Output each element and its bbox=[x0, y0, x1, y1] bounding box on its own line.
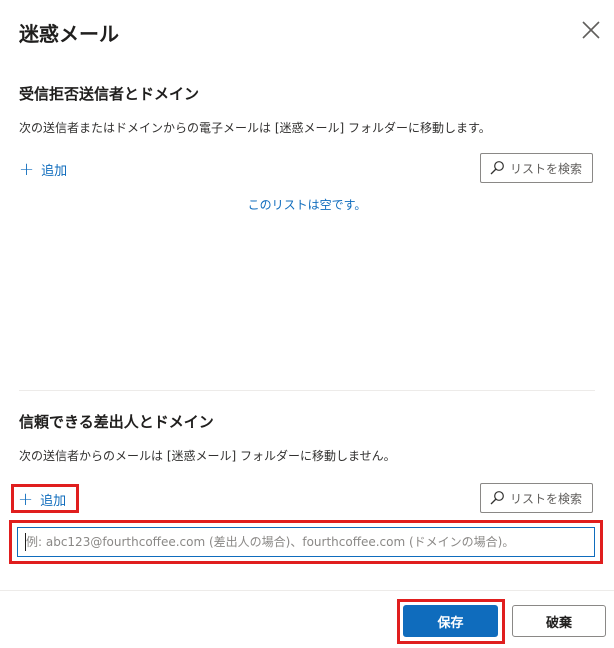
footer-divider bbox=[0, 590, 614, 591]
input-highlight bbox=[9, 520, 603, 564]
blocked-senders-heading: 受信拒否送信者とドメイン bbox=[19, 85, 200, 103]
dialog-title: 迷惑メール bbox=[19, 22, 119, 46]
blocked-search-placeholder: リストを検索 bbox=[510, 161, 583, 176]
section-divider bbox=[19, 390, 595, 391]
search-icon bbox=[490, 161, 504, 175]
safe-senders-heading: 信頼できる差出人とドメイン bbox=[19, 413, 214, 431]
blocked-empty-message: このリストは空です。 bbox=[247, 198, 367, 212]
save-button-highlight bbox=[397, 599, 505, 644]
blocked-search-box[interactable]: リストを検索 bbox=[480, 153, 593, 183]
close-icon bbox=[582, 21, 600, 39]
add-button-highlight bbox=[11, 484, 79, 513]
safe-search-placeholder: リストを検索 bbox=[510, 491, 583, 506]
close-button[interactable] bbox=[578, 17, 604, 43]
blocked-add-label: 追加 bbox=[41, 164, 68, 179]
blocked-add-button[interactable]: + 追加 bbox=[19, 160, 67, 179]
plus-icon: + bbox=[19, 158, 35, 180]
safe-search-box[interactable]: リストを検索 bbox=[480, 483, 593, 513]
blocked-senders-description: 次の送信者またはドメインからの電子メールは [迷惑メール] フォルダーに移動しま… bbox=[19, 121, 491, 135]
safe-senders-description: 次の送信者からのメールは [迷惑メール] フォルダーに移動しません。 bbox=[19, 449, 396, 463]
search-icon bbox=[490, 491, 504, 505]
discard-button[interactable]: 破棄 bbox=[512, 605, 606, 637]
junk-email-dialog: 迷惑メール 受信拒否送信者とドメイン 次の送信者またはドメインからの電子メールは… bbox=[0, 0, 614, 648]
